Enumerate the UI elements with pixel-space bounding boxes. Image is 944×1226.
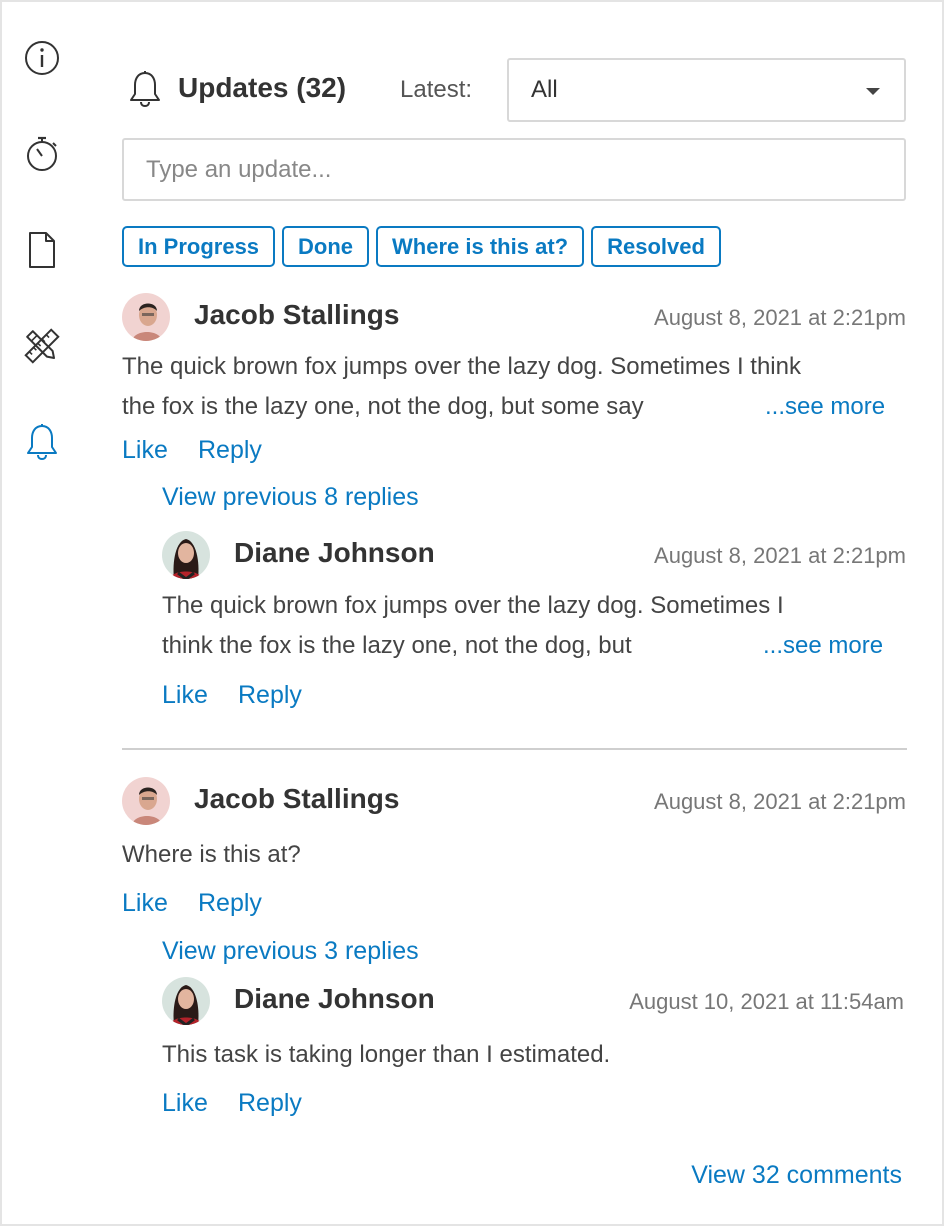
see-more-link[interactable]: ...see more — [765, 393, 885, 421]
chip-where-is-this-at[interactable]: Where is this at? — [376, 226, 585, 267]
reply-header: Diane Johnson August 10, 2021 at 11:54am — [162, 977, 904, 1027]
comment-author[interactable]: Diane Johnson — [234, 983, 435, 1015]
comment-header: Jacob Stallings August 8, 2021 at 2:21pm — [122, 777, 906, 827]
updates-panel: Updates (32) Latest: All In Progress Don… — [0, 0, 944, 1226]
avatar[interactable] — [162, 531, 210, 579]
chip-done[interactable]: Done — [282, 226, 370, 267]
view-all-comments-link[interactable]: View 32 comments — [691, 1161, 902, 1190]
chip-in-progress[interactable]: In Progress — [122, 226, 276, 267]
bell-icon — [128, 70, 162, 113]
thread-divider — [122, 748, 907, 750]
comment-timestamp: August 8, 2021 at 2:21pm — [654, 543, 906, 568]
comment-text-line: The quick brown fox jumps over the lazy … — [162, 592, 784, 619]
comment-timestamp: August 10, 2021 at 11:54am — [629, 989, 904, 1014]
comment-text-line: Where is this at? — [122, 841, 301, 868]
chevron-down-icon — [866, 88, 880, 95]
comment-body: Where is this at? — [122, 835, 906, 875]
pencil-ruler-icon[interactable] — [22, 326, 62, 366]
like-link[interactable]: Like — [162, 681, 208, 710]
reply-link[interactable]: Reply — [238, 1089, 302, 1118]
page-title: Updates (32) — [178, 72, 347, 103]
reply-link[interactable]: Reply — [238, 681, 302, 710]
reply-body: This task is taking longer than I estima… — [162, 1035, 904, 1075]
stopwatch-icon[interactable] — [22, 134, 62, 174]
reply-link[interactable]: Reply — [198, 889, 262, 918]
comment-author[interactable]: Diane Johnson — [234, 537, 435, 569]
reply-header: Diane Johnson August 8, 2021 at 2:21pm — [162, 531, 906, 581]
latest-filter-select[interactable]: All — [507, 58, 906, 122]
update-input[interactable] — [122, 138, 906, 201]
comment-author[interactable]: Jacob Stallings — [194, 783, 399, 815]
status-chips: In Progress Done Where is this at? Resol… — [122, 226, 721, 268]
see-more-link[interactable]: ...see more — [763, 632, 883, 660]
avatar[interactable] — [162, 977, 210, 1025]
latest-filter-value: All — [531, 76, 558, 103]
chip-resolved[interactable]: Resolved — [591, 226, 721, 267]
like-link[interactable]: Like — [122, 889, 168, 918]
comment-timestamp: August 8, 2021 at 2:21pm — [654, 789, 906, 814]
like-link[interactable]: Like — [122, 436, 168, 465]
avatar[interactable] — [122, 777, 170, 825]
like-link[interactable]: Like — [162, 1089, 208, 1118]
view-previous-replies-link[interactable]: View previous 3 replies — [162, 937, 419, 966]
comment-text-line: The quick brown fox jumps over the lazy … — [122, 353, 801, 380]
document-icon[interactable] — [22, 230, 62, 270]
avatar[interactable] — [122, 293, 170, 341]
latest-label: Latest: — [400, 76, 473, 103]
comment-text-line: This task is taking longer than I estima… — [162, 1041, 611, 1068]
comment-header: Jacob Stallings August 8, 2021 at 2:21pm — [122, 293, 906, 343]
comment-author[interactable]: Jacob Stallings — [194, 299, 399, 331]
updates-header: Updates (32) Latest: All — [122, 58, 906, 122]
comment-timestamp: August 8, 2021 at 2:21pm — [654, 305, 906, 330]
reply-link[interactable]: Reply — [198, 436, 262, 465]
view-previous-replies-link[interactable]: View previous 8 replies — [162, 483, 419, 512]
bell-icon[interactable] — [22, 422, 62, 462]
info-icon[interactable] — [22, 38, 62, 78]
